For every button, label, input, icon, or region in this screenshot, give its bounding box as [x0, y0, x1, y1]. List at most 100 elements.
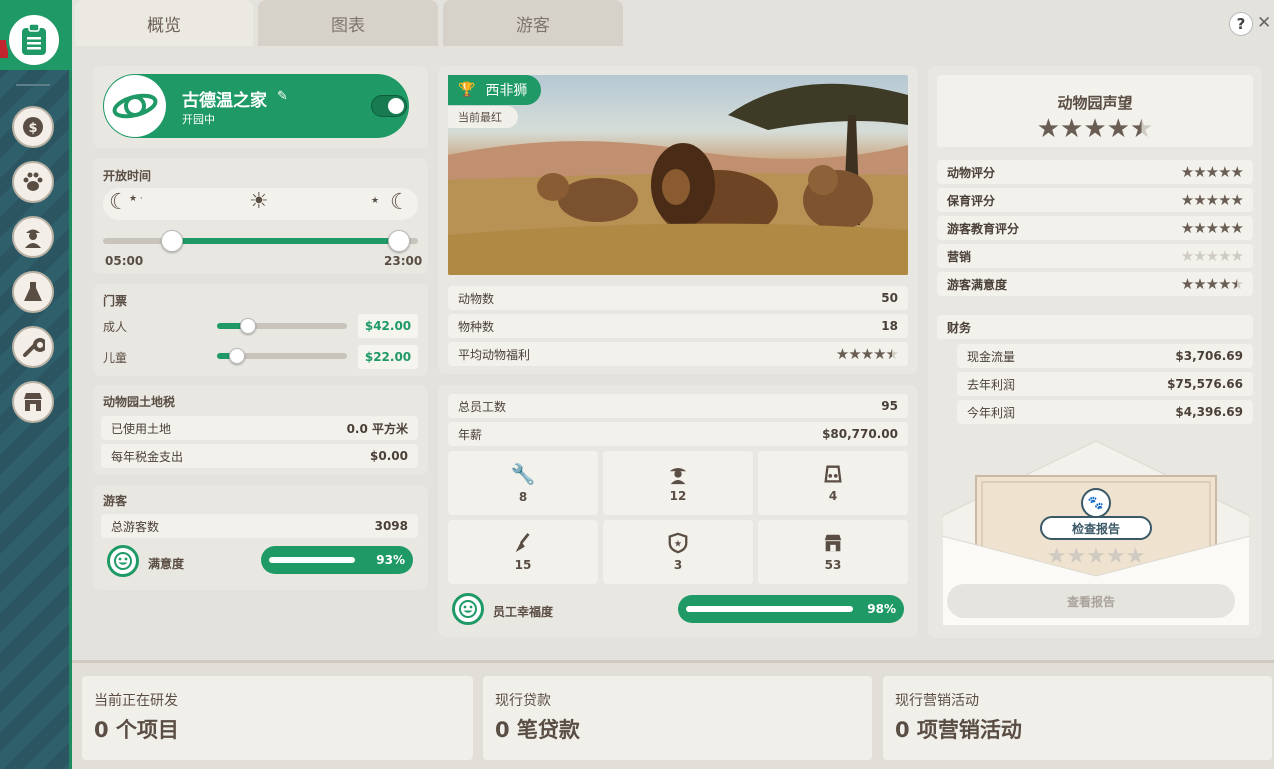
star-filled-icon: ★ [1218, 275, 1231, 293]
clipboard-icon [22, 23, 46, 55]
view-report-button[interactable]: 查看报告 [947, 584, 1235, 618]
row-value: $75,576.66 [1167, 377, 1243, 391]
zoo-status: 开园中 [182, 113, 215, 126]
finance-row: 现金流量 $3,706.69 [957, 344, 1253, 368]
loans-label: 现行贷款 [495, 693, 551, 709]
star-filled-icon: ★ [1205, 163, 1219, 181]
research-icon [24, 282, 42, 301]
star-empty-icon: ★ [1205, 247, 1219, 265]
report-envelope[interactable]: 🐾 检查报告 ★★★★★ 查看报告 [942, 436, 1250, 626]
species-count-row: 物种数 18 [448, 314, 908, 338]
reputation-row: 游客满意度 ★★★★★ [937, 272, 1253, 296]
security-cell[interactable]: ★ 3 [603, 520, 753, 584]
svg-text:★: ★ [674, 539, 682, 550]
moon-icon: ☾ [109, 190, 129, 215]
overview-clipboard-button[interactable] [6, 12, 62, 68]
reputation-row: 游客教育评分 ★★★★★ [937, 216, 1253, 240]
finance-button[interactable]: $ [12, 106, 54, 148]
open-time-handle[interactable] [161, 230, 184, 252]
shop-button[interactable] [12, 381, 54, 423]
row-label: 总游客数 [111, 519, 160, 534]
row-label: 保育评分 [947, 193, 996, 208]
loans-value: 0 笔贷款 [495, 718, 580, 742]
hours-title: 开放时间 [103, 169, 152, 183]
adult-price[interactable]: $42.00 [358, 314, 418, 338]
star-half-icon: ★ [885, 345, 899, 363]
zoo-name: 古德温之家 [182, 91, 267, 111]
staff-count: 8 [518, 490, 528, 504]
row-label: 平均动物福利 [458, 347, 531, 362]
star-half-icon: ★ [1230, 275, 1244, 293]
row-label: 总员工数 [458, 399, 507, 414]
star-filled-icon: ★ [1218, 219, 1231, 237]
star-filled-icon: ★ [1205, 275, 1219, 293]
salary-row: 年薪 $80,770.00 [448, 422, 908, 446]
caretaker-cell[interactable]: 15 [448, 520, 598, 584]
sun-icon: ☀ [249, 189, 269, 214]
keeper-cell[interactable]: 12 [603, 451, 753, 515]
close-button[interactable]: ✕ [1257, 13, 1274, 35]
reputation-row: 营销 ★★★★★ [937, 244, 1253, 268]
star-filled-icon: ★ [1180, 163, 1194, 181]
rating-stars: ★★★★★ [1181, 191, 1244, 209]
staff-button[interactable] [12, 216, 54, 258]
star-filled-icon: ★ [1083, 114, 1107, 144]
staff-count: 4 [828, 489, 838, 503]
featured-animal-image [448, 75, 908, 275]
help-button[interactable]: ? [1229, 12, 1253, 36]
tools-button[interactable] [12, 326, 54, 368]
staff-count: 12 [669, 489, 687, 503]
staff-icon [25, 229, 41, 248]
finance-row: 今年利润 $4,396.69 [957, 400, 1253, 424]
row-label: 动物评分 [947, 165, 996, 180]
reputation-panel: 动物园声望 ★★★★★ 动物评分 ★★★★★ 保育评分 ★★★★★ 游客教育评分 ★★… [928, 66, 1262, 638]
reputation-row: 保育评分 ★★★★★ [937, 188, 1253, 212]
close-time-handle[interactable] [388, 230, 411, 252]
row-value: $4,396.69 [1175, 405, 1243, 419]
row-value: $0.00 [370, 449, 408, 463]
tab-guests[interactable]: 游客 [443, 0, 623, 46]
edit-name-icon[interactable]: ✎ [277, 89, 288, 104]
star-filled-icon: ★ [1218, 191, 1231, 209]
open-toggle[interactable] [371, 95, 407, 117]
rating-stars: ★★★★★ [1181, 275, 1244, 293]
close-time: 23:00 [384, 254, 423, 268]
adult-slider-handle[interactable] [240, 318, 257, 334]
row-value: 3098 [374, 519, 408, 533]
loans-card[interactable]: 现行贷款 0 笔贷款 [483, 676, 872, 760]
child-price[interactable]: $22.00 [358, 345, 418, 369]
reputation-stars: ★★★★★ [937, 114, 1253, 144]
tab-label: 概览 [147, 15, 181, 36]
row-label: 今年利润 [967, 405, 1016, 420]
check-report-button[interactable]: 检查报告 [1040, 516, 1152, 540]
research-button[interactable] [12, 271, 54, 313]
satisfaction-value: 93% [376, 553, 405, 567]
row-label: 现金流量 [967, 349, 1016, 364]
tab-overview[interactable]: 概览 [75, 0, 253, 46]
vendor-cell[interactable]: 4 [758, 451, 908, 515]
finance-title: 财务 [947, 320, 972, 335]
tickets-panel: 门票 成人 $42.00 儿童 $22.00 [93, 284, 428, 376]
star-half-icon: ★ [1129, 114, 1154, 144]
satisfaction-bar: 93% [261, 546, 413, 574]
tab-charts[interactable]: 图表 [258, 0, 438, 46]
land-tax-panel: 动物园土地税 已使用土地 0.0 平方米 每年税金支出 $0.00 [93, 385, 428, 475]
lion-scene-illustration [448, 83, 908, 275]
marketing-card[interactable]: 现行营销活动 0 项营销活动 [883, 676, 1272, 760]
row-label: 营销 [947, 249, 972, 264]
animals-button[interactable] [12, 161, 54, 203]
opening-hours-panel: 开放时间 ☾ ★ · ☀ ★ ☾ 05:00 23:00 [93, 158, 428, 274]
research-value: 0 个项目 [94, 718, 179, 742]
row-label: 游客满意度 [947, 277, 1008, 292]
bottom-bar: 当前正在研发 0 个项目 现行贷款 0 笔贷款 现行营销活动 0 项营销活动 [72, 660, 1274, 769]
star-filled-icon: ★ [1218, 163, 1231, 181]
mechanic-cell[interactable]: 🔧 8 [448, 451, 598, 515]
research-card[interactable]: 当前正在研发 0 个项目 [82, 676, 473, 760]
sidebar-divider [16, 84, 50, 86]
shop-staff-cell[interactable]: 53 [758, 520, 908, 584]
child-slider-handle[interactable] [228, 348, 245, 364]
star-filled-icon: ★ [1060, 114, 1084, 144]
zoo-name-panel: 古德温之家 ✎ 开园中 [93, 66, 428, 148]
total-staff-row: 总员工数 95 [448, 394, 908, 418]
trophy-icon: 🏆 [458, 82, 476, 98]
